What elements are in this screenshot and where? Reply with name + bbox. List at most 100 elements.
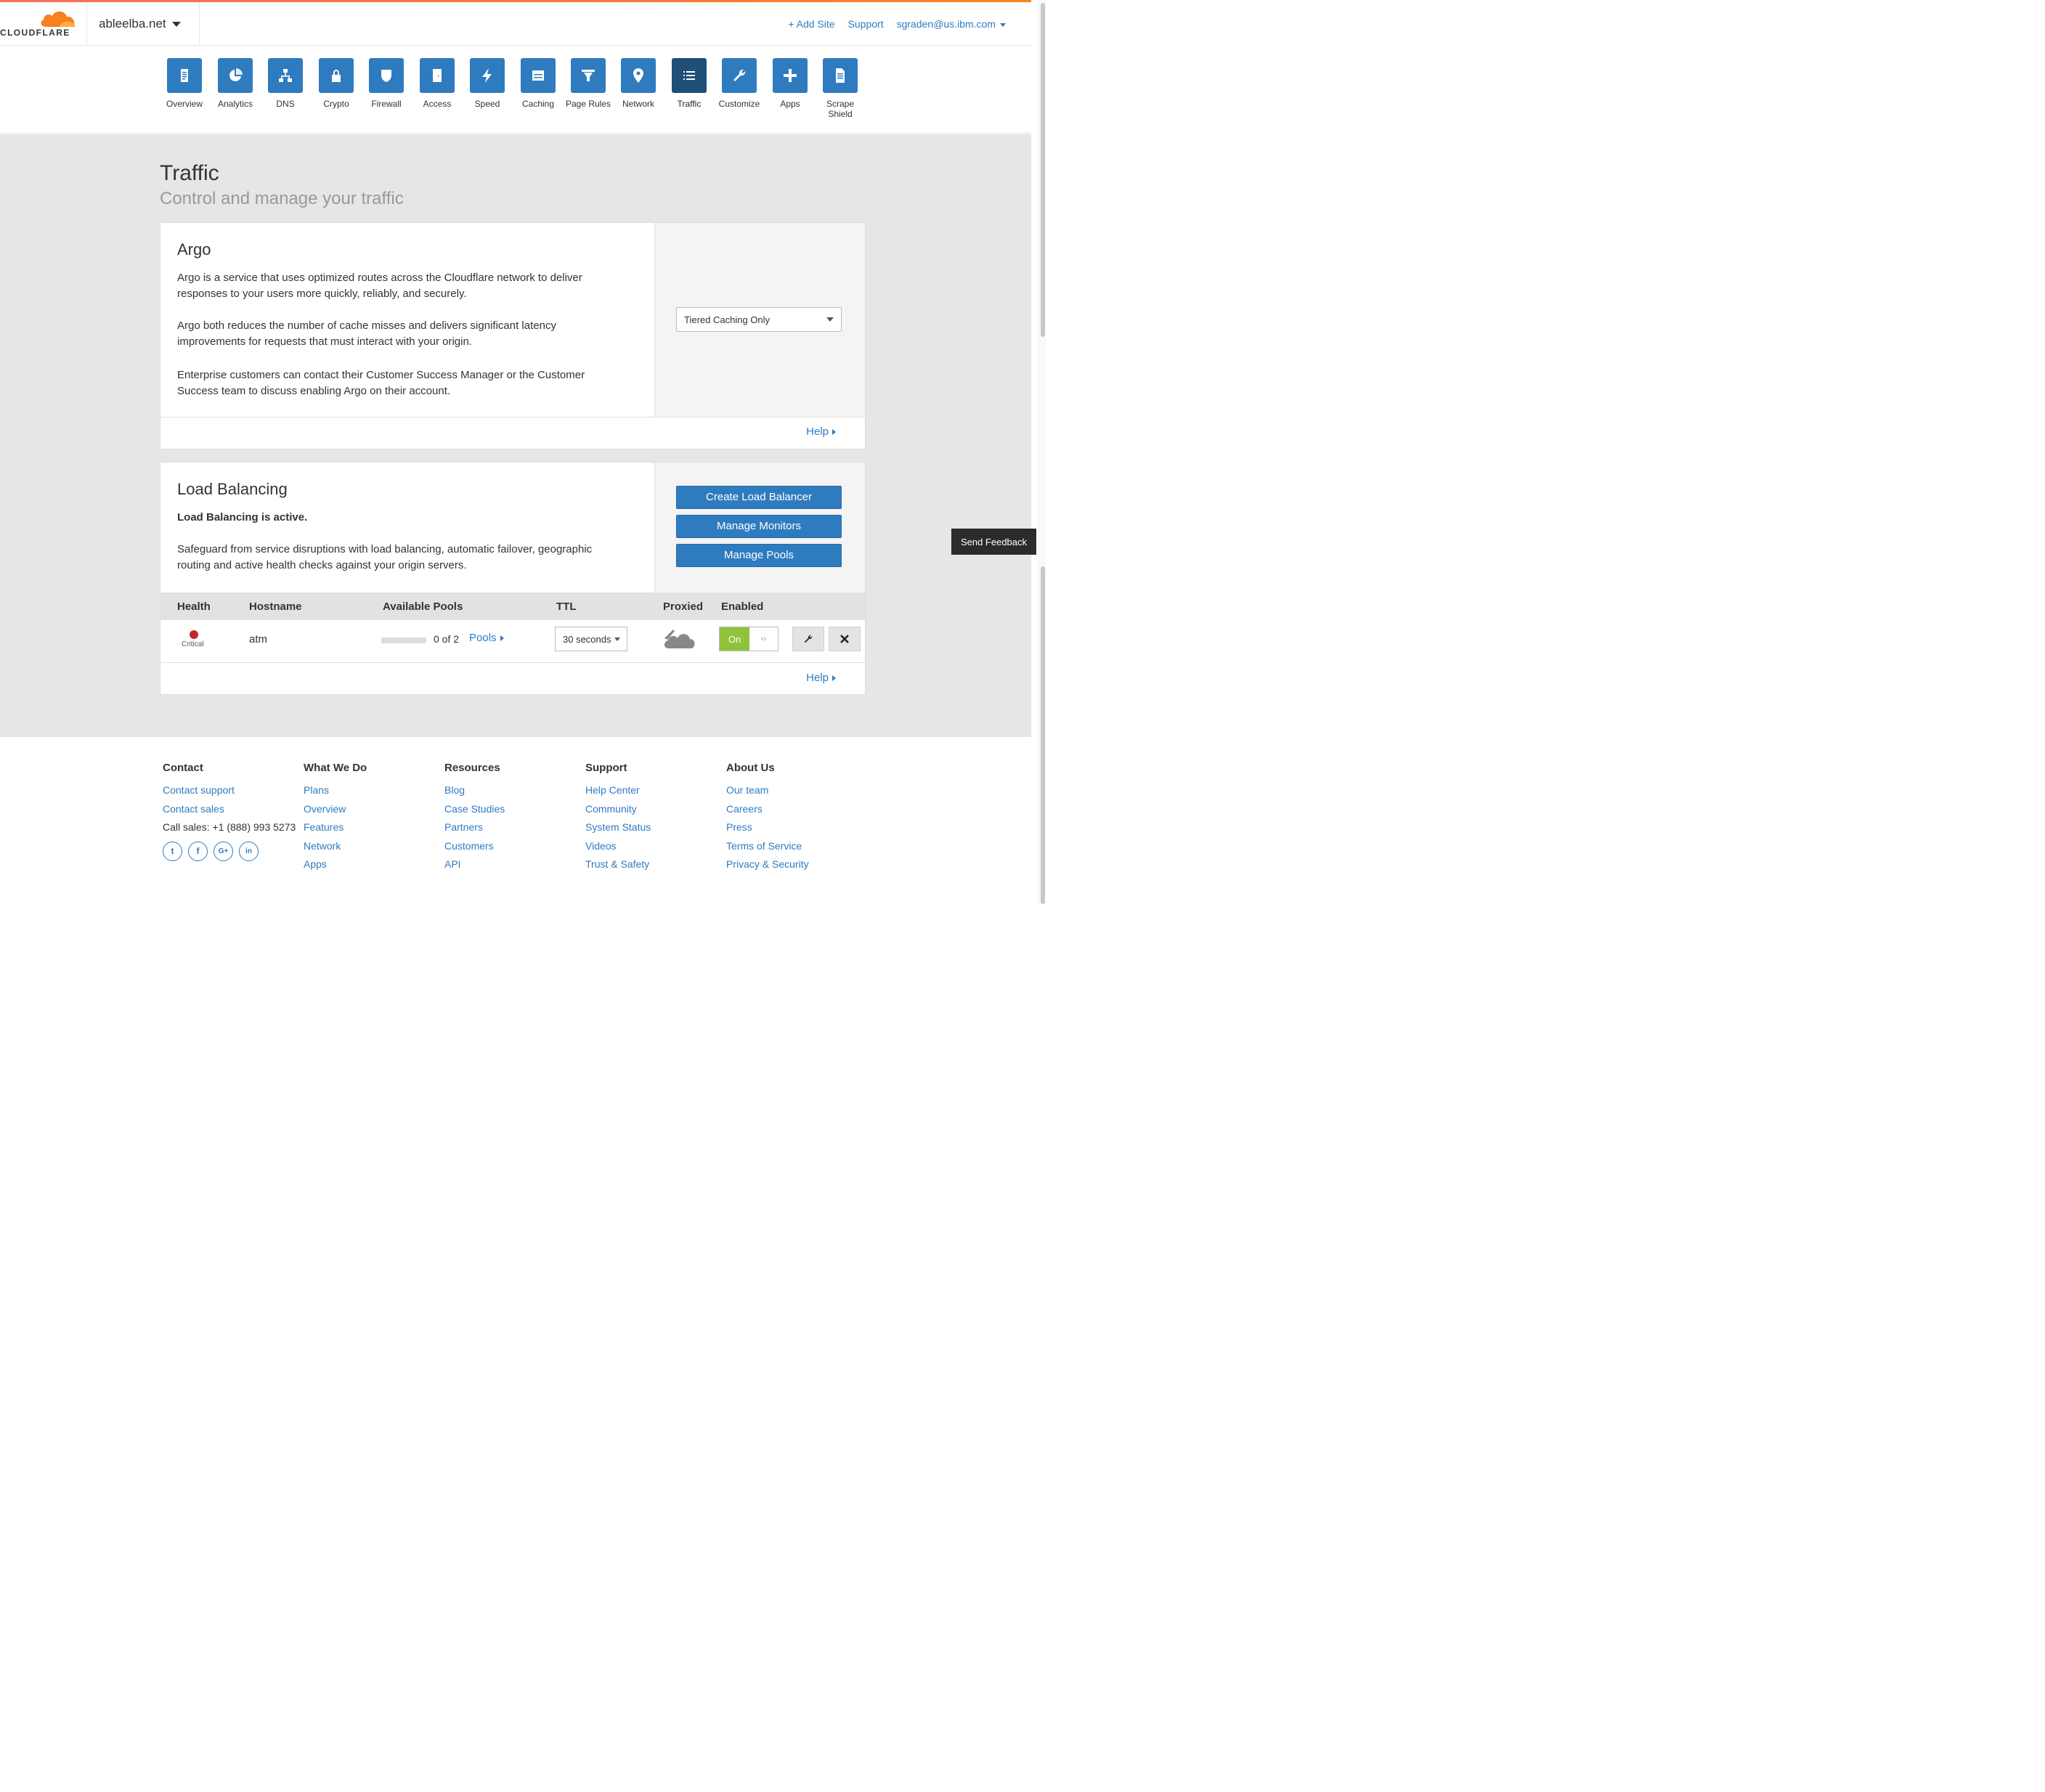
facebook-icon[interactable]: f: [188, 841, 208, 861]
edit-load-balancer-button[interactable]: [792, 627, 824, 651]
logo-wordmark: CLOUDFLARE: [0, 28, 70, 38]
footer-link[interactable]: Our team: [726, 781, 864, 800]
delete-load-balancer-button[interactable]: [829, 627, 861, 651]
domain-selector[interactable]: ableelba.net: [87, 2, 200, 46]
argo-description-1: Argo is a service that uses optimized ro…: [177, 272, 582, 300]
footer-link[interactable]: Careers: [726, 800, 864, 819]
nav-item-apps[interactable]: Apps: [766, 58, 814, 109]
footer-link[interactable]: Customers: [444, 837, 582, 856]
footer-link[interactable]: Apps: [304, 855, 442, 874]
shield-icon: [369, 58, 404, 93]
network-tree-icon: [268, 58, 303, 93]
nav-item-speed[interactable]: Speed: [463, 58, 511, 109]
health-status-label: Critical: [182, 640, 204, 648]
close-icon: [840, 635, 849, 643]
scrollbar-thumb-lower[interactable]: [1041, 566, 1045, 904]
account-email: sgraden@us.ibm.com: [896, 18, 996, 30]
page-title: Traffic: [160, 161, 219, 185]
wrench-icon: [722, 58, 757, 93]
footer-link[interactable]: Network: [304, 837, 442, 856]
footer-link[interactable]: System Status: [585, 818, 723, 837]
scrollbar[interactable]: [1038, 0, 1046, 904]
domain-name: ableelba.net: [99, 17, 166, 30]
account-menu[interactable]: sgraden@us.ibm.com: [897, 18, 1006, 30]
nav-item-overview[interactable]: Overview: [160, 58, 208, 109]
footer: Contact Contact support Contact sales Ca…: [0, 737, 1031, 904]
linkedin-icon[interactable]: in: [239, 841, 259, 861]
nav-item-dns[interactable]: DNS: [261, 58, 309, 109]
nav-item-network[interactable]: Network: [614, 58, 662, 109]
nav-label: Access: [423, 99, 452, 109]
footer-heading: Contact: [163, 762, 203, 774]
page: CLOUDFLARE ableelba.net + Add Site Suppo…: [0, 0, 1036, 904]
nav-label: DNS: [276, 99, 295, 109]
footer-link-contact-support[interactable]: Contact support: [163, 781, 301, 800]
nav-item-crypto[interactable]: Crypto: [312, 58, 360, 109]
nav-label: Network: [622, 99, 654, 109]
lb-description: Safeguard from service disruptions with …: [177, 543, 593, 571]
chevron-down-icon: [826, 317, 834, 322]
nav-item-page-rules[interactable]: Page Rules: [564, 58, 612, 109]
nav-label: Analytics: [217, 99, 253, 109]
argo-mode-select[interactable]: Tiered Caching Only: [676, 307, 842, 332]
footer-link[interactable]: Plans: [304, 781, 442, 800]
nav-label: Overview: [166, 99, 203, 109]
footer-link[interactable]: Features: [304, 818, 442, 837]
door-icon: [420, 58, 455, 93]
support-link[interactable]: Support: [848, 18, 884, 30]
caret-down-icon: [1000, 23, 1006, 27]
argo-description-2: Argo both reduces the number of cache mi…: [177, 319, 556, 348]
footer-link[interactable]: Trust & Safety: [585, 855, 723, 874]
nav-item-scrape-shield[interactable]: Scrape Shield: [816, 58, 864, 119]
proxied-cloud-icon[interactable]: [662, 628, 696, 651]
footer-heading: About Us: [726, 762, 775, 774]
footer-link[interactable]: Blog: [444, 781, 582, 800]
footer-link[interactable]: API: [444, 855, 582, 874]
nav-label: Traffic: [677, 99, 702, 109]
create-load-balancer-button[interactable]: Create Load Balancer: [676, 486, 842, 509]
google-plus-icon[interactable]: G+: [214, 841, 233, 861]
ttl-select[interactable]: 30 seconds: [555, 627, 627, 651]
manage-monitors-button[interactable]: Manage Monitors: [676, 515, 842, 538]
footer-link[interactable]: Overview: [304, 800, 442, 819]
lock-icon: [319, 58, 354, 93]
argo-description-3: Enterprise customers can contact their C…: [177, 369, 585, 397]
footer-link[interactable]: Privacy & Security: [726, 855, 864, 874]
footer-resources: Resources Blog Case Studies Partners Cus…: [444, 762, 582, 874]
nav-item-traffic[interactable]: Traffic: [665, 58, 713, 109]
toggle-on-label: On: [720, 627, 749, 651]
send-feedback-button[interactable]: Send Feedback: [951, 529, 1036, 555]
top-links: + Add Site Support sgraden@us.ibm.com: [788, 2, 1006, 46]
footer-link[interactable]: Partners: [444, 818, 582, 837]
ttl-value: 30 seconds: [563, 633, 611, 645]
lb-help-link[interactable]: Help: [806, 672, 836, 684]
footer-link-contact-sales[interactable]: Contact sales: [163, 800, 301, 819]
nav-item-firewall[interactable]: Firewall: [362, 58, 410, 109]
enabled-toggle[interactable]: On ‹›: [719, 627, 778, 651]
nav-label: Page Rules: [565, 99, 611, 109]
divider: [160, 662, 865, 663]
footer-link[interactable]: Community: [585, 800, 723, 819]
manage-pools-button[interactable]: Manage Pools: [676, 544, 842, 567]
footer-link[interactable]: Help Center: [585, 781, 723, 800]
toggle-off-label: ‹›: [760, 635, 767, 643]
cloudflare-logo[interactable]: CLOUDFLARE: [0, 2, 87, 46]
nav-item-access[interactable]: Access: [413, 58, 461, 109]
footer-link[interactable]: Press: [726, 818, 864, 837]
page-subtitle: Control and manage your traffic: [160, 189, 404, 208]
add-site-link[interactable]: + Add Site: [788, 18, 834, 30]
nav-item-customize[interactable]: Customize: [715, 58, 763, 109]
footer-link[interactable]: Terms of Service: [726, 837, 864, 856]
argo-help-link[interactable]: Help: [806, 425, 836, 438]
twitter-icon[interactable]: t: [163, 841, 182, 861]
nav-item-analytics[interactable]: Analytics: [211, 58, 259, 109]
scrollbar-thumb[interactable]: [1041, 3, 1045, 337]
footer-link[interactable]: Videos: [585, 837, 723, 856]
footer-link[interactable]: Case Studies: [444, 800, 582, 819]
footer-support: Support Help Center Community System Sta…: [585, 762, 723, 874]
hostname-cell: atm: [249, 633, 268, 645]
nav-item-caching[interactable]: Caching: [514, 58, 562, 109]
call-sales-text: Call sales: +1 (888) 993 5273: [163, 821, 296, 833]
pools-link[interactable]: Pools: [469, 632, 504, 644]
pools-link-label: Pools: [469, 632, 497, 644]
